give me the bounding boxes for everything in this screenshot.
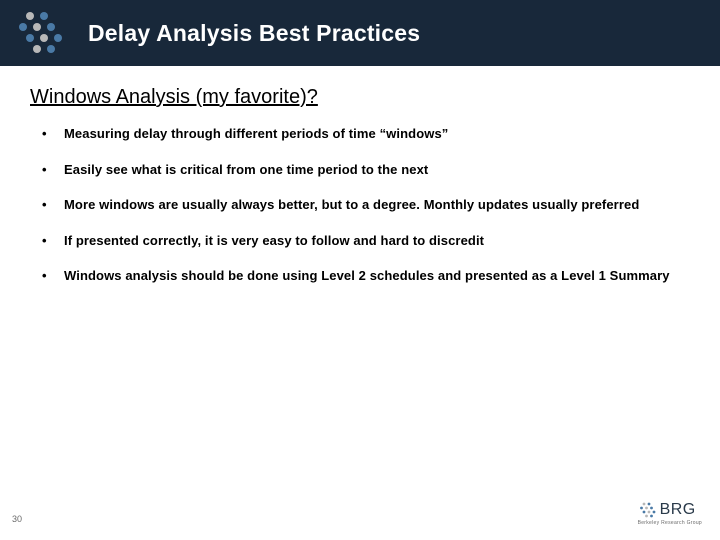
list-item: Measuring delay through different period… xyxy=(30,125,690,143)
list-item: If presented correctly, it is very easy … xyxy=(30,232,690,250)
list-item: Windows analysis should be done using Le… xyxy=(30,267,690,285)
dots-logo-icon xyxy=(638,501,656,519)
slide: Delay Analysis Best Practices Windows An… xyxy=(0,0,720,540)
slide-header: Delay Analysis Best Practices xyxy=(0,0,720,66)
page-number: 30 xyxy=(12,514,22,524)
list-item: Easily see what is critical from one tim… xyxy=(30,161,690,179)
footer-logo-text: BRG xyxy=(660,501,696,519)
list-item: More windows are usually always better, … xyxy=(30,196,690,214)
slide-body: Windows Analysis (my favorite)? Measurin… xyxy=(0,66,720,285)
footer-logo-main: BRG xyxy=(638,501,702,519)
dots-logo-icon xyxy=(14,8,70,58)
footer-logo: BRG Berkeley Research Group xyxy=(638,501,702,526)
bullet-list: Measuring delay through different period… xyxy=(30,125,690,285)
slide-title: Delay Analysis Best Practices xyxy=(88,20,420,47)
section-subhead: Windows Analysis (my favorite)? xyxy=(30,86,690,109)
footer-logo-tagline: Berkeley Research Group xyxy=(638,520,702,526)
